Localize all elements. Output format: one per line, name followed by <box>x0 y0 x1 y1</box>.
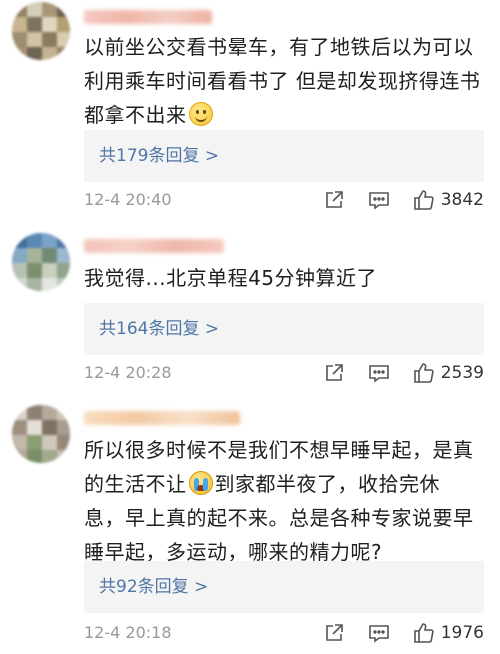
comment-item: 以前坐公交看书晕车，有了地铁后以为可以 利用乘车时间看看书了 但是却发现挤得连书… <box>0 0 500 225</box>
comment-text-line: 以前坐公交看书晕车，有了地铁后以为可以 <box>84 35 474 59</box>
comment-text-line: 的生活不让 到家都半夜了，收拾完休 <box>84 471 440 496</box>
comment-icon[interactable] <box>367 188 391 212</box>
username-blurred[interactable] <box>84 411 240 425</box>
comment-text: 以前坐公交看书晕车，有了地铁后以为可以 利用乘车时间看看书了 但是却发现挤得连书… <box>84 30 494 132</box>
avatar[interactable] <box>12 405 70 463</box>
comment-text-line: 所以很多时候不是我们不想早睡早起，是真 <box>84 438 474 462</box>
comment-text-line: 利用乘车时间看看书了 但是却发现挤得连书 <box>84 69 481 93</box>
share-icon[interactable] <box>322 188 346 212</box>
comment-text: 所以很多时候不是我们不想早睡早起，是真 的生活不让 到家都半夜了，收拾完休 息，早… <box>84 433 494 569</box>
comment-item: 我觉得...北京单程45分钟算近了 共164条回复 > 12-4 20:28 2… <box>0 225 500 395</box>
comment-icon[interactable] <box>367 621 391 645</box>
comment-item: 所以很多时候不是我们不想早睡早起，是真 的生活不让 到家都半夜了，收拾完休 息，早… <box>0 395 500 654</box>
replies-link[interactable]: 共164条回复 > <box>84 303 484 355</box>
like-icon[interactable] <box>412 621 436 645</box>
like-count: 2539 <box>440 363 484 383</box>
comment-meta: 12-4 20:40 3842 <box>84 188 484 212</box>
timestamp: 12-4 20:28 <box>84 363 172 382</box>
like-count: 3842 <box>440 190 484 210</box>
comment-text-line: 我觉得...北京单程45分钟算近了 <box>84 266 378 290</box>
smile-emoji <box>188 102 213 126</box>
comment-text-line: 都拿不出来 <box>84 98 494 132</box>
replies-link[interactable]: 共92条回复 > <box>84 561 484 613</box>
like-count: 1976 <box>440 623 484 643</box>
username-blurred[interactable] <box>84 10 212 24</box>
timestamp: 12-4 20:40 <box>84 190 172 209</box>
replies-link[interactable]: 共179条回复 > <box>84 130 484 182</box>
comment-text-line: 息，早上真的起不来。总是各种专家说要早 <box>84 506 474 530</box>
avatar[interactable] <box>12 2 70 60</box>
comment-meta: 12-4 20:18 1976 <box>84 621 484 645</box>
comment-text: 我觉得...北京单程45分钟算近了 <box>84 261 494 295</box>
comment-meta: 12-4 20:28 2539 <box>84 361 484 385</box>
timestamp: 12-4 20:18 <box>84 623 172 642</box>
share-icon[interactable] <box>322 361 346 385</box>
like-icon[interactable] <box>412 361 436 385</box>
crying-emoji <box>188 471 213 495</box>
username-blurred[interactable] <box>84 239 224 253</box>
comment-icon[interactable] <box>367 361 391 385</box>
like-icon[interactable] <box>412 188 436 212</box>
share-icon[interactable] <box>322 621 346 645</box>
avatar[interactable] <box>12 233 70 291</box>
